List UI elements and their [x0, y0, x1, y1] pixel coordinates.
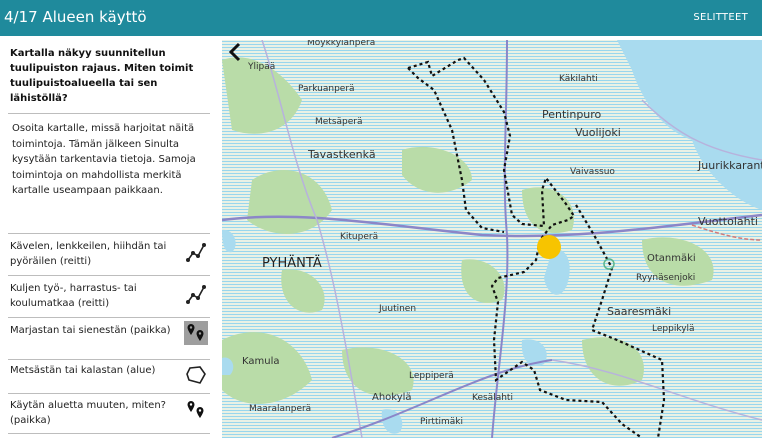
map-view[interactable]: Moykkylänperä Ylipää Parkuanperä Käkilah… — [222, 40, 762, 438]
place-label: Pirttimäki — [420, 417, 463, 427]
place-label: Käkilahti — [559, 74, 598, 84]
route-icon[interactable] — [184, 240, 208, 264]
side-panel: Kartalla näkyy suunnitellun tuulipuiston… — [0, 36, 222, 438]
action-label: Kuljen työ-, harrastus- tai koulumatkaa … — [10, 283, 137, 309]
action-other-use-place[interactable]: Käytän aluetta muuten, miten? (paikka) — [8, 398, 210, 432]
location-marker[interactable] — [537, 235, 561, 259]
place-label: Vuolijoki — [575, 126, 621, 139]
place-label: Kesälahti — [472, 393, 513, 403]
place-label: Parkuanperä — [298, 84, 355, 94]
place-label: PYHÄNTÄ — [262, 255, 322, 271]
place-label: Kamula — [242, 356, 280, 367]
instruction-text: Osoita kartalle, missä harjoitat näitä t… — [12, 123, 196, 196]
place-label: Ryynäsenjoki — [636, 273, 695, 283]
chevron-left-icon — [228, 42, 241, 62]
action-berry-picking-place[interactable]: Marjastan tai sienestän (paikka) — [8, 321, 210, 357]
action-walk-route[interactable]: Kävelen, lenkkeilen, hiihdän tai pyöräil… — [8, 239, 210, 273]
area-polygon-icon[interactable] — [184, 363, 208, 387]
collapse-panel-button[interactable] — [226, 40, 246, 64]
action-label: Kävelen, lenkkeilen, hiihdän tai pyöräil… — [10, 241, 167, 267]
place-label: Saaresmäki — [607, 305, 671, 318]
page-title: 4/17 Alueen käyttö — [4, 8, 147, 26]
divider — [8, 359, 210, 360]
route-icon[interactable] — [184, 282, 208, 306]
legend-button[interactable]: SELITTEET — [693, 12, 748, 23]
action-label: Marjastan tai sienestän (paikka) — [10, 325, 171, 336]
action-commute-route[interactable]: Kuljen työ-, harrastus- tai koulumatkaa … — [8, 281, 210, 315]
place-label: Tavastkenkä — [307, 148, 376, 161]
place-label: Maaralanperä — [249, 404, 311, 414]
place-label: Juutinen — [378, 304, 416, 314]
top-bar: 4/17 Alueen käyttö SELITTEET — [0, 0, 762, 36]
place-label: Vaivassuo — [570, 167, 615, 177]
location-pins-icon[interactable] — [184, 321, 208, 345]
action-label: Metsästän tai kalastan (alue) — [10, 365, 156, 376]
divider — [8, 233, 210, 234]
divider — [8, 113, 210, 114]
divider — [8, 275, 210, 276]
place-label: Ylipää — [247, 62, 275, 72]
place-label: Metsäperä — [315, 117, 363, 127]
place-label: Leppiperä — [409, 371, 454, 381]
place-label: Kituperä — [340, 232, 378, 242]
action-hunting-area[interactable]: Metsästän tai kalastan (alue) — [8, 363, 210, 391]
place-label: Otanmäki — [647, 253, 696, 264]
place-label: Ahokylä — [372, 392, 412, 403]
divider — [8, 433, 210, 434]
location-pins-icon[interactable] — [184, 398, 208, 422]
place-label: Vuottolahti — [698, 215, 758, 228]
place-label: Juurikkaranta — [697, 159, 762, 172]
place-label: Leppikylä — [652, 324, 695, 334]
place-label: Pentinpuro — [542, 108, 602, 121]
action-label: Käytän aluetta muuten, miten? (paikka) — [10, 400, 166, 426]
divider — [8, 317, 210, 318]
map-canvas[interactable]: Moykkylänperä Ylipää Parkuanperä Käkilah… — [222, 40, 762, 438]
place-label: Moykkylänperä — [307, 40, 375, 48]
divider — [8, 393, 210, 394]
question-text: Kartalla näkyy suunnitellun tuulipuiston… — [10, 48, 194, 104]
